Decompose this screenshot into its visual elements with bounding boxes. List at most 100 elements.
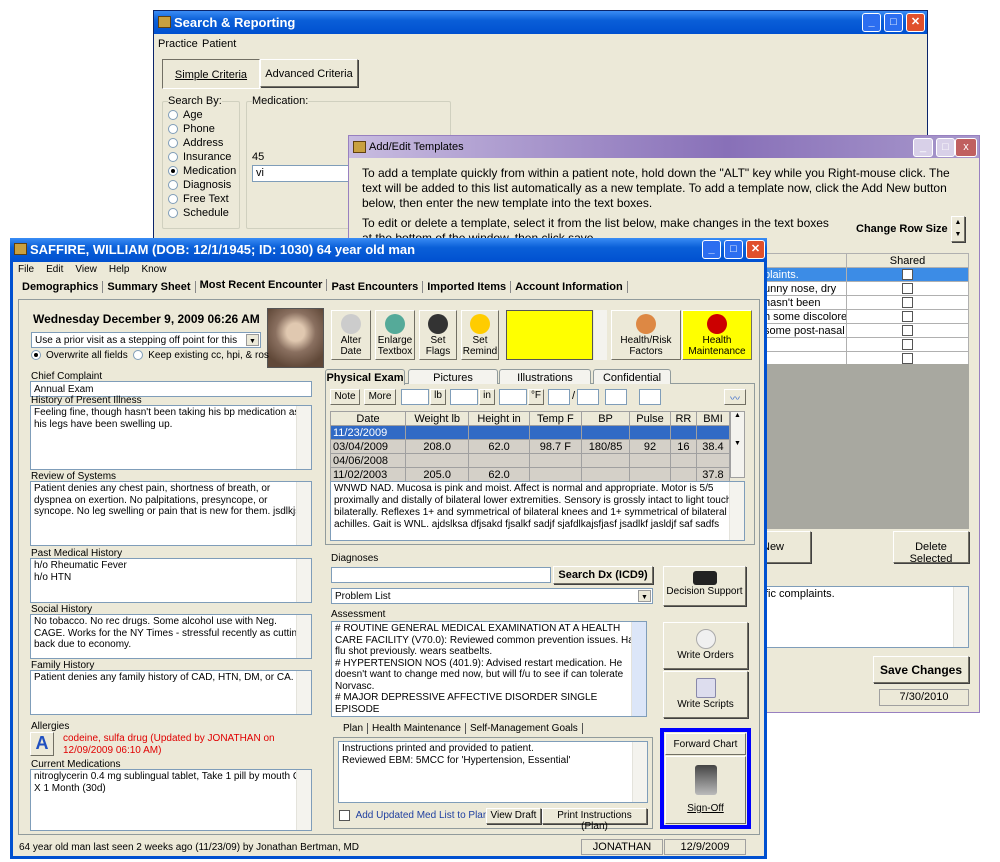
template-row[interactable]: plaints. xyxy=(761,267,969,282)
view-draft-button[interactable]: View Draft xyxy=(486,808,541,824)
vitals-row[interactable]: 04/06/2008 xyxy=(329,453,731,468)
templates-table[interactable]: Shared plaints. unny nose, dry hasn't been… xyxy=(761,253,969,366)
minimize-button[interactable]: _ xyxy=(702,240,721,259)
bp-systolic-input[interactable] xyxy=(548,389,570,405)
vitals-row[interactable]: 11/02/2003 205.0 62.0 37.8 xyxy=(329,467,731,482)
vitals-scrollbar[interactable]: ▲ ▼ xyxy=(730,411,745,478)
sign-off-button[interactable]: Sign-Off xyxy=(665,756,746,824)
tab-pictures[interactable]: Pictures xyxy=(408,369,498,384)
family-text[interactable]: Patient denies any family history of CAD… xyxy=(30,670,312,715)
template-row[interactable] xyxy=(761,337,969,352)
scrollbar[interactable] xyxy=(296,559,311,602)
column-header[interactable]: BMI xyxy=(695,411,731,426)
tab-illustrations[interactable]: Illustrations xyxy=(499,369,591,384)
tab-imported-items[interactable]: Imported Items xyxy=(423,281,512,293)
tab-demographics[interactable]: Demographics xyxy=(18,281,104,293)
template-row[interactable]: unny nose, dry xyxy=(761,281,969,296)
maximize-button[interactable]: □ xyxy=(724,240,743,259)
weight-input[interactable] xyxy=(401,389,429,405)
minimize-button[interactable]: _ xyxy=(862,13,881,32)
print-instructions-button[interactable]: Print Instructions (Plan) xyxy=(542,808,647,832)
shared-checkbox[interactable] xyxy=(902,297,913,309)
chevron-down-icon[interactable]: ▼ xyxy=(246,334,259,346)
search-by-free-text[interactable]: Free Text xyxy=(168,193,236,207)
search-by-medication[interactable]: Medication xyxy=(168,165,236,179)
vitals-row[interactable]: 11/23/2009 xyxy=(329,425,731,440)
radio-button[interactable] xyxy=(168,194,178,205)
row-size-stepper[interactable]: ▲ ▼ xyxy=(951,216,965,242)
tab-most-recent-encounter[interactable]: Most Recent Encounter xyxy=(195,279,328,291)
write-orders-button[interactable]: Write Orders xyxy=(663,622,748,669)
close-button[interactable]: ✕ xyxy=(746,240,765,259)
meds-text[interactable]: nitroglycerin 0.4 mg sublingual tablet, … xyxy=(30,769,312,831)
alter-date-button[interactable]: Alter Date xyxy=(331,310,371,360)
maximize-button[interactable]: □ xyxy=(936,138,955,157)
plan-text[interactable]: Instructions printed and provided to pat… xyxy=(338,741,648,803)
template-row[interactable]: hasn't been xyxy=(761,295,969,310)
temp-input[interactable] xyxy=(499,389,527,405)
add-med-list-checkbox[interactable] xyxy=(339,810,350,821)
shared-checkbox[interactable] xyxy=(902,311,913,323)
save-changes-button[interactable]: Save Changes xyxy=(873,656,969,683)
radio-button[interactable] xyxy=(168,208,178,219)
height-input[interactable] xyxy=(450,389,478,405)
shared-checkbox[interactable] xyxy=(902,353,913,365)
minimize-button[interactable]: _ xyxy=(913,138,933,157)
flag-scrollbar[interactable] xyxy=(594,310,607,360)
column-header[interactable]: RR xyxy=(669,411,697,426)
pmh-text[interactable]: h/o Rheumatic Fever h/o HTN xyxy=(30,558,312,603)
tab-health-maintenance[interactable]: Health Maintenance xyxy=(368,723,466,734)
menu-patient[interactable]: Patient xyxy=(202,38,236,50)
menu-practice[interactable]: Practice xyxy=(158,38,198,50)
ros-text[interactable]: Patient denies any chest pain, shortness… xyxy=(30,481,312,546)
tab-advanced-criteria[interactable]: Advanced Criteria xyxy=(260,59,358,87)
note-button[interactable]: Note xyxy=(330,389,360,405)
radio-button[interactable] xyxy=(168,138,178,149)
vitals-table[interactable]: Date Weight lb Height in Temp F BP Pulse RR BMI… xyxy=(329,411,731,482)
set-flags-button[interactable]: Set Flags xyxy=(419,310,457,360)
prior-visit-combo[interactable]: Use a prior visit as a stepping off poin… xyxy=(31,332,261,348)
rr-input[interactable] xyxy=(639,389,661,405)
template-text[interactable]: fic complaints. xyxy=(761,586,969,648)
scrollbar[interactable] xyxy=(296,671,311,714)
tab-confidential[interactable]: Confidential xyxy=(593,369,671,384)
column-header[interactable]: BP xyxy=(580,411,631,426)
close-button[interactable]: x xyxy=(955,138,977,157)
vitals-row[interactable]: 03/04/2009 208.0 62.0 98.7 F 180/85 92 16 38.4 xyxy=(329,439,731,454)
column-header[interactable]: Weight lb xyxy=(405,411,470,426)
write-scripts-button[interactable]: Write Scripts xyxy=(663,671,748,718)
search-by-diagnosis[interactable]: Diagnosis xyxy=(168,179,236,193)
tab-plan[interactable]: Plan xyxy=(339,723,369,734)
tab-simple-criteria[interactable]: Simple Criteria xyxy=(162,59,260,89)
overwrite-radio[interactable] xyxy=(31,350,41,361)
template-row[interactable]: h some discolored xyxy=(761,309,969,324)
add-new-button[interactable]: New xyxy=(761,531,811,563)
scrollbar[interactable] xyxy=(296,406,311,469)
assessment-text[interactable]: # ROUTINE GENERAL MEDICAL EXAMINATION AT… xyxy=(331,621,647,717)
pulse-input[interactable] xyxy=(605,389,627,405)
radio-button[interactable] xyxy=(168,166,178,177)
radio-button[interactable] xyxy=(168,124,178,135)
set-remind-button[interactable]: Set Remind xyxy=(461,310,499,360)
exam-text[interactable]: WNWD NAD. Mucosa is pink and moist. Affe… xyxy=(330,481,745,541)
column-header[interactable]: Temp F xyxy=(528,411,582,426)
menu-edit[interactable]: Edit xyxy=(46,264,63,275)
forward-chart-button[interactable]: Forward Chart xyxy=(665,733,746,755)
search-by-insurance[interactable]: Insurance xyxy=(168,151,236,165)
decision-support-button[interactable]: Decision Support xyxy=(663,566,746,606)
shared-checkbox[interactable] xyxy=(902,339,913,351)
tab-account-information[interactable]: Account Information xyxy=(511,281,628,293)
radio-button[interactable] xyxy=(168,180,178,191)
health-risk-button[interactable]: Health/Risk Factors xyxy=(611,310,681,360)
column-header[interactable]: Height in xyxy=(468,411,530,426)
scrollbar[interactable] xyxy=(296,482,311,545)
delete-selected-button[interactable]: Delete Selected xyxy=(893,531,969,565)
shared-checkbox[interactable] xyxy=(902,269,913,281)
menu-know[interactable]: Know xyxy=(141,264,166,275)
problem-list-combo[interactable]: Problem List ▼ xyxy=(331,588,653,604)
allergy-icon-button[interactable]: A xyxy=(30,732,54,756)
scrollbar[interactable] xyxy=(296,770,311,830)
shared-checkbox[interactable] xyxy=(902,283,913,295)
tab-self-management-goals[interactable]: Self-Management Goals xyxy=(465,723,583,734)
menu-file[interactable]: File xyxy=(18,264,34,275)
